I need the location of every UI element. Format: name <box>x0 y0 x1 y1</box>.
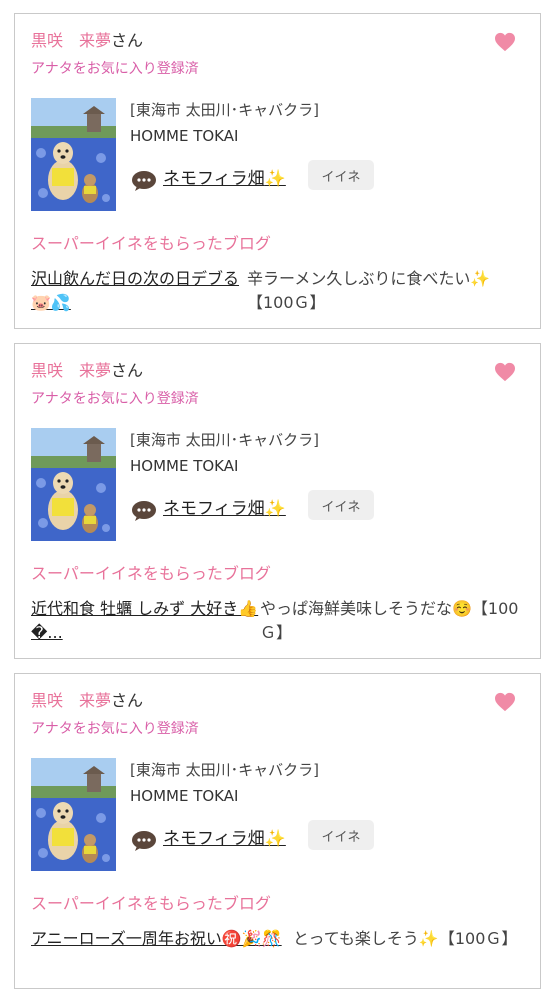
profile-photo[interactable] <box>31 428 116 541</box>
blog-title-link[interactable]: 近代和食 牡蠣 しみず 大好き👍�... <box>31 597 266 645</box>
heart-icon[interactable] <box>494 32 516 52</box>
shop-name[interactable]: HOMME TOKAI <box>130 786 238 806</box>
super-iine-section-label: スーパーイイネをもらったブログ <box>31 564 271 583</box>
speech-bubble-icon <box>131 500 157 522</box>
post-title-link[interactable]: ネモフィラ畑✨ <box>163 497 286 521</box>
post-emoji: ✨ <box>264 499 286 519</box>
user-suffix: さん <box>111 31 144 50</box>
blog-title-link[interactable]: 沢山飲んだ日の次の日デブる🐷💦 <box>31 267 246 315</box>
feed-card: 黒咲 来夢さん アナタをお気に入り登録済 [東海市 太田川･キャバクラ] HOM… <box>14 13 541 329</box>
shop-name[interactable]: HOMME TOKAI <box>130 456 238 476</box>
favorite-status: アナタをお気に入り登録済 <box>31 61 199 77</box>
super-iine-section-label: スーパーイイネをもらったブログ <box>31 234 271 253</box>
speech-bubble-icon <box>131 170 157 192</box>
favorite-status: アナタをお気に入り登録済 <box>31 391 199 407</box>
heart-icon[interactable] <box>494 692 516 712</box>
feed-card: 黒咲 来夢さん アナタをお気に入り登録済 [東海市 太田川･キャバクラ] HOM… <box>14 673 541 989</box>
post-emoji: ✨ <box>264 169 286 189</box>
heart-icon[interactable] <box>494 362 516 382</box>
user-name-line[interactable]: 黒咲 来夢さん <box>31 30 143 52</box>
post-title-link[interactable]: ネモフィラ畑✨ <box>163 167 286 191</box>
feed-card: 黒咲 来夢さん アナタをお気に入り登録済 [東海市 太田川･キャバクラ] HOM… <box>14 343 541 659</box>
user-name[interactable]: 黒咲 来夢 <box>31 691 111 710</box>
user-name[interactable]: 黒咲 来夢 <box>31 31 111 50</box>
blog-comment: やっぱ海鮮美味しそうだな☺️【100Ｇ】 <box>260 599 519 642</box>
post-title-link[interactable]: ネモフィラ畑✨ <box>163 827 286 851</box>
post-title: ネモフィラ畑 <box>163 169 265 189</box>
shop-name[interactable]: HOMME TOKAI <box>130 126 238 146</box>
user-suffix: さん <box>111 361 144 380</box>
speech-bubble-icon <box>131 830 157 852</box>
profile-photo[interactable] <box>31 758 116 871</box>
blog-title-link[interactable]: アニーローズ一周年お祝い㊗️🎉🎊 <box>31 927 293 951</box>
blog-comment: 辛ラーメン久しぶりに食べたい✨【100Ｇ】 <box>247 269 491 312</box>
iine-button[interactable]: イイネ <box>308 490 374 520</box>
shop-area: [東海市 太田川･キャバクラ] <box>130 101 319 119</box>
user-name[interactable]: 黒咲 来夢 <box>31 361 111 380</box>
user-name-line[interactable]: 黒咲 来夢さん <box>31 690 143 712</box>
post-title: ネモフィラ畑 <box>163 829 265 849</box>
shop-area: [東海市 太田川･キャバクラ] <box>130 761 319 779</box>
iine-button[interactable]: イイネ <box>308 160 374 190</box>
post-title: ネモフィラ畑 <box>163 499 265 519</box>
profile-photo[interactable] <box>31 98 116 211</box>
post-emoji: ✨ <box>264 829 286 849</box>
favorite-feed: 黒咲 来夢さん アナタをお気に入り登録済 [東海市 太田川･キャバクラ] HOM… <box>0 0 555 1000</box>
blog-comment: とっても楽しそう✨【100Ｇ】 <box>293 929 518 948</box>
favorite-status: アナタをお気に入り登録済 <box>31 721 199 737</box>
user-name-line[interactable]: 黒咲 来夢さん <box>31 360 143 382</box>
super-iine-section-label: スーパーイイネをもらったブログ <box>31 894 271 913</box>
user-suffix: さん <box>111 691 144 710</box>
shop-area: [東海市 太田川･キャバクラ] <box>130 431 319 449</box>
iine-button[interactable]: イイネ <box>308 820 374 850</box>
